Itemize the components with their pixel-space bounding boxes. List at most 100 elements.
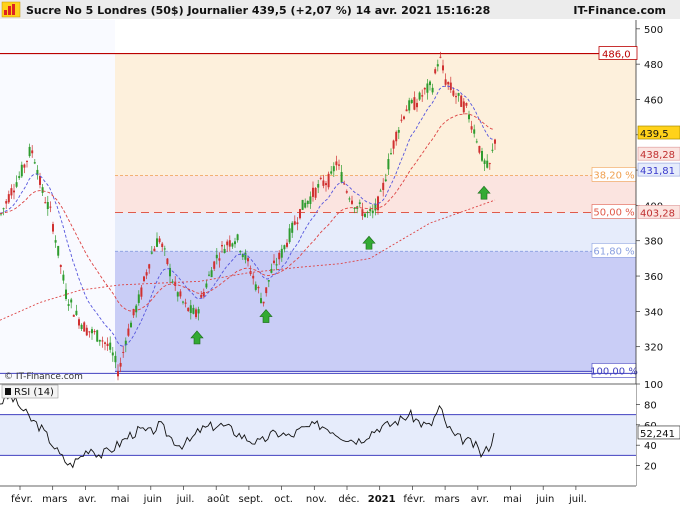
- candle-body: [434, 69, 437, 74]
- candle-body: [72, 314, 75, 317]
- candle-body: [189, 305, 192, 313]
- candle-body: [130, 322, 132, 328]
- candle-body: [371, 210, 374, 214]
- candle: [301, 199, 304, 211]
- chart-canvas[interactable]: Sucre No 5 Londres (50$) Journalier 439,…: [0, 0, 680, 510]
- candle-body: [384, 179, 387, 182]
- candle-body: [390, 153, 392, 155]
- candle-body: [218, 258, 221, 261]
- candle-body: [473, 129, 476, 134]
- candle-body: [426, 83, 429, 93]
- x-tick-label: sept.: [238, 494, 263, 505]
- candle-body: [127, 328, 130, 336]
- candle-body: [481, 150, 483, 161]
- candle: [83, 321, 86, 332]
- rsi-tick-label: 20: [644, 462, 657, 473]
- candle-body: [309, 196, 312, 204]
- x-tick-label: avr.: [471, 494, 489, 505]
- candle-body: [403, 116, 405, 119]
- rsi-legend-label: RSI (14): [14, 387, 54, 398]
- x-tick-label: nov.: [306, 494, 327, 505]
- fib-high-label: 486,0: [602, 50, 631, 61]
- candle-body: [202, 292, 205, 297]
- candle-body: [286, 242, 288, 247]
- candle-body: [101, 340, 104, 342]
- candle-body: [67, 304, 70, 306]
- candle-body: [442, 65, 444, 71]
- candle-body: [319, 177, 322, 179]
- candle-body: [98, 339, 101, 342]
- x-tick-label: oct.: [274, 494, 293, 505]
- chart-window: Sucre No 5 Londres (50$) Journalier 439,…: [0, 0, 680, 510]
- candle-body: [83, 322, 86, 332]
- candle-body: [62, 274, 65, 281]
- candle-body: [195, 309, 197, 318]
- rsi-swatch: [5, 388, 11, 395]
- candle: [299, 208, 301, 220]
- candle-body: [96, 330, 99, 342]
- candle-body: [75, 310, 78, 315]
- fib-zone-1: [115, 53, 636, 176]
- candle-body: [267, 280, 270, 282]
- candle-body: [117, 371, 119, 377]
- candle-body: [156, 238, 158, 247]
- candle-body: [327, 173, 330, 188]
- fib-level-label: 61,80 %: [593, 246, 634, 257]
- x-tick-label: mars: [434, 494, 459, 505]
- x-tick-label: déc.: [338, 493, 359, 505]
- candle-body: [444, 79, 447, 85]
- candle-body: [234, 241, 236, 245]
- candle-body: [244, 252, 247, 260]
- candle-body: [26, 160, 28, 162]
- candle-body: [301, 199, 304, 210]
- candle-body: [478, 145, 481, 153]
- candle-body: [7, 194, 10, 203]
- last-price-tag: 439,5: [637, 125, 680, 140]
- candle-body: [265, 287, 268, 294]
- x-tick-label: mai: [111, 494, 130, 505]
- candle-body: [408, 100, 411, 111]
- candle-body: [18, 176, 21, 178]
- candle-body: [387, 159, 390, 170]
- candle-body: [148, 264, 151, 269]
- candle-body: [288, 228, 291, 243]
- candle-body: [176, 292, 179, 297]
- candle-body: [135, 305, 138, 313]
- candle-body: [332, 166, 335, 172]
- candle-body: [483, 160, 486, 164]
- candle-body: [44, 202, 47, 204]
- candle-body: [421, 95, 424, 97]
- x-axis: févr. mars avr. mai juin juil. août sept. oct. no…: [0, 485, 636, 505]
- candle: [327, 171, 330, 190]
- rsi-tick-label: 100: [644, 380, 663, 391]
- candle-body: [33, 162, 36, 164]
- candle-body: [119, 362, 122, 367]
- rsi-pane[interactable]: RSI (14)2040608010052,241: [0, 380, 680, 486]
- candle-body: [429, 81, 431, 86]
- candle-body: [122, 351, 125, 353]
- fib-zone-3: [115, 212, 636, 252]
- rsi-legend: RSI (14): [1, 384, 59, 399]
- candle-body: [10, 188, 13, 196]
- candle-body: [57, 245, 60, 256]
- watermark: © IT-Finance.com: [4, 372, 83, 382]
- x-tick-label: mai: [503, 494, 522, 505]
- candle-body: [488, 163, 491, 165]
- candle-body: [5, 201, 8, 204]
- candle-body: [273, 260, 275, 263]
- candle-body: [231, 243, 234, 247]
- candle-body: [91, 329, 93, 334]
- candle-body: [455, 96, 457, 98]
- brand-label: IT-Finance.com: [573, 4, 666, 17]
- candle-body: [254, 284, 257, 290]
- candle-body: [197, 309, 200, 314]
- candle-body: [85, 327, 88, 336]
- candle-body: [345, 191, 348, 193]
- chart-title: Sucre No 5 Londres (50$) Journalier 439,…: [26, 4, 490, 17]
- candle-body: [208, 274, 210, 276]
- x-tick-label: févr.: [403, 493, 425, 505]
- last-price-tag-text: 439,5: [640, 129, 669, 140]
- candle-body: [405, 109, 408, 112]
- candle-body: [291, 222, 294, 233]
- candle-body: [351, 200, 353, 204]
